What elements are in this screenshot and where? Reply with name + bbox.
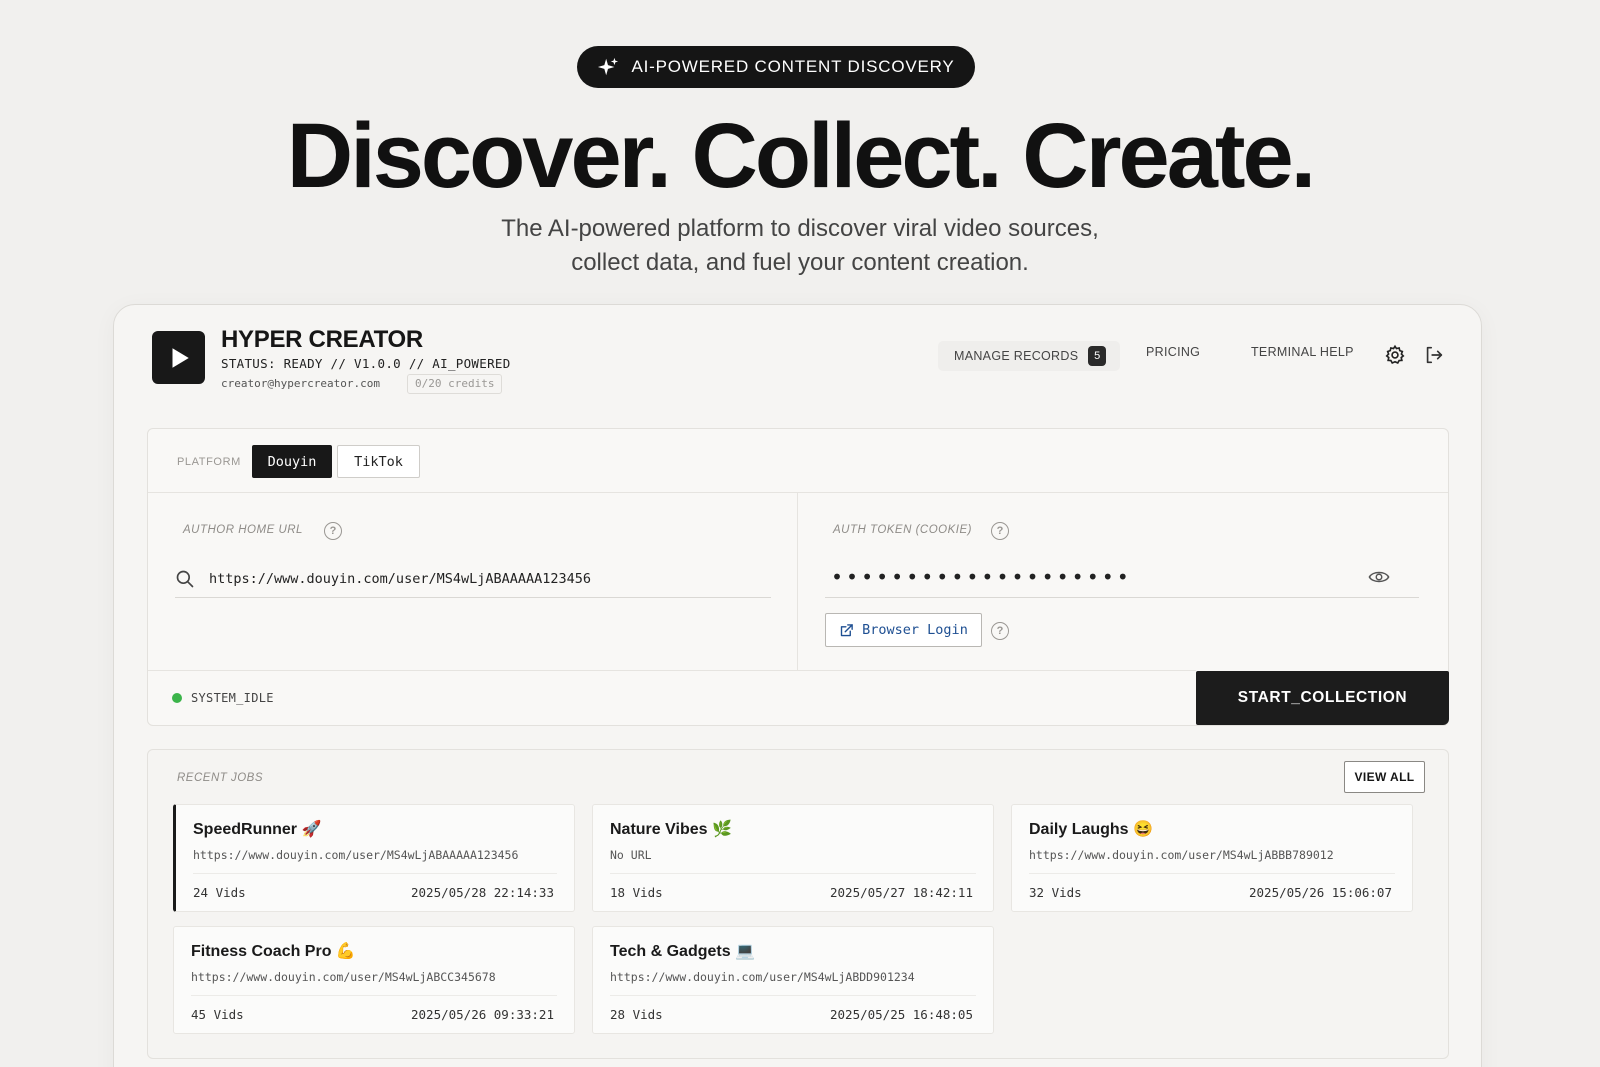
job-video-count: 45 Vids [191, 1007, 244, 1022]
view-all-button[interactable]: VIEW ALL [1344, 761, 1425, 793]
divider [193, 873, 557, 874]
job-card[interactable]: Daily Laughs 😆 https://www.douyin.com/us… [1011, 804, 1413, 912]
divider [148, 492, 1448, 493]
play-icon [172, 347, 189, 368]
terminal-help-link[interactable]: TERMINAL HELP [1251, 345, 1354, 359]
app-title: HYPER CREATOR [221, 326, 423, 353]
author-url-label: AUTHOR HOME URL [183, 524, 303, 536]
help-icon[interactable]: ? [991, 622, 1009, 640]
divider [191, 995, 557, 996]
job-video-count: 18 Vids [610, 885, 663, 900]
divider [610, 873, 976, 874]
job-video-count: 24 Vids [193, 885, 246, 900]
job-url: https://www.douyin.com/user/MS4wLjABAAAA… [193, 848, 519, 862]
browser-login-button[interactable]: Browser Login [825, 613, 982, 647]
status-indicator-dot [172, 693, 182, 703]
author-url-input[interactable] [209, 570, 759, 587]
browser-login-label: Browser Login [862, 622, 968, 638]
job-card[interactable]: Tech & Gadgets 💻 https://www.douyin.com/… [592, 926, 994, 1034]
job-url: No URL [610, 848, 652, 862]
pricing-link[interactable]: PRICING [1146, 345, 1200, 359]
manage-records-label: MANAGE RECORDS [954, 349, 1079, 363]
logout-icon[interactable] [1422, 343, 1446, 367]
auth-token-field[interactable] [825, 556, 1419, 598]
manage-records-button[interactable]: MANAGE RECORDS 5 [938, 341, 1121, 371]
ai-powered-badge-label: AI-POWERED CONTENT DISCOVERY [631, 57, 955, 76]
app-logo [152, 331, 205, 384]
job-video-count: 28 Vids [610, 1007, 663, 1022]
recent-jobs-label: RECENT JOBS [177, 772, 264, 784]
divider [1029, 873, 1395, 874]
job-timestamp: 2025/05/25 16:48:05 [830, 1007, 973, 1022]
records-count-badge: 5 [1088, 346, 1107, 366]
job-video-count: 32 Vids [1029, 885, 1082, 900]
hero-subtitle-line2: collect data, and fuel your content crea… [571, 249, 1029, 276]
job-title: Daily Laughs 😆 [1029, 821, 1153, 838]
hero-subtitle-line1: The AI-powered platform to discover vira… [501, 215, 1099, 242]
job-timestamp: 2025/05/26 09:33:21 [411, 1007, 554, 1022]
job-timestamp: 2025/05/28 22:14:33 [411, 885, 554, 900]
gear-icon[interactable] [1383, 343, 1407, 367]
help-icon[interactable]: ? [991, 522, 1009, 540]
ai-powered-badge: AI-POWERED CONTENT DISCOVERY [577, 46, 975, 88]
job-title: Nature Vibes 🌿 [610, 821, 732, 838]
job-title: SpeedRunner 🚀 [193, 821, 322, 838]
job-title: Fitness Coach Pro 💪 [191, 943, 356, 960]
platform-label: PLATFORM [177, 456, 241, 468]
job-card[interactable]: Nature Vibes 🌿 No URL 18 Vids 2025/05/27… [592, 804, 994, 912]
job-url: https://www.douyin.com/user/MS4wLjABBB78… [1029, 848, 1334, 862]
divider [610, 995, 976, 996]
sparkles-icon [598, 57, 619, 76]
job-timestamp: 2025/05/27 18:42:11 [830, 885, 973, 900]
hero-subtitle: The AI-powered platform to discover vira… [0, 212, 1600, 280]
job-url: https://www.douyin.com/user/MS4wLjABDD90… [610, 970, 915, 984]
external-link-icon [840, 623, 853, 636]
job-title: Tech & Gadgets 💻 [610, 943, 755, 960]
divider [148, 670, 1196, 671]
auth-token-label: AUTH TOKEN (COOKIE) [833, 524, 972, 536]
system-status: SYSTEM_IDLE [191, 691, 274, 705]
platform-tab-douyin[interactable]: Douyin [252, 445, 332, 478]
job-timestamp: 2025/05/26 15:06:07 [1249, 885, 1392, 900]
search-icon [176, 570, 194, 587]
platform-tab-tiktok[interactable]: TikTok [337, 445, 420, 478]
app-status: STATUS: READY // V1.0.0 // AI_POWERED [221, 356, 511, 371]
job-card[interactable]: SpeedRunner 🚀 https://www.douyin.com/use… [173, 804, 575, 912]
job-url: https://www.douyin.com/user/MS4wLjABCC34… [191, 970, 496, 984]
help-icon[interactable]: ? [324, 522, 342, 540]
eye-icon[interactable] [1367, 566, 1391, 588]
job-card[interactable]: Fitness Coach Pro 💪 https://www.douyin.c… [173, 926, 575, 1034]
author-url-field[interactable] [175, 560, 771, 598]
user-email: creator@hypercreator.com [221, 377, 380, 390]
auth-token-input[interactable] [831, 564, 1371, 589]
credits-badge: 0/20 credits [407, 374, 503, 394]
divider [797, 493, 798, 670]
start-collection-button[interactable]: START_COLLECTION [1196, 671, 1449, 725]
hero-headline: Discover. Collect. Create. [286, 105, 1317, 207]
